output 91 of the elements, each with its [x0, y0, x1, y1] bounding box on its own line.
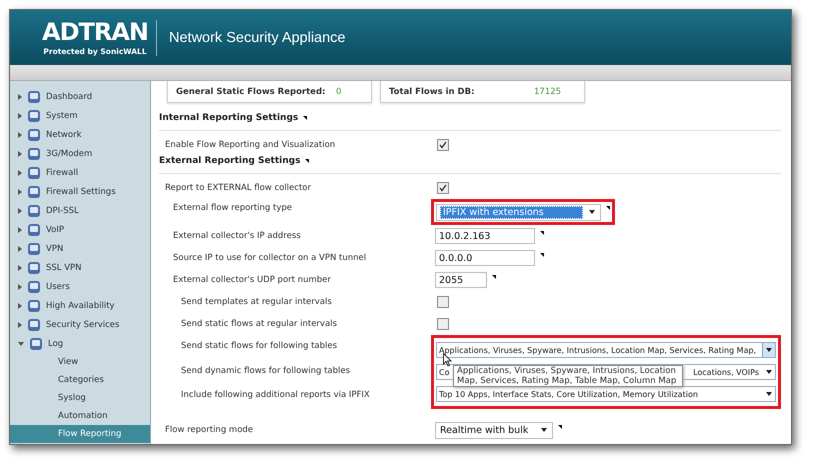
collapsed-arrow-icon[interactable] — [18, 150, 22, 156]
tile-icon — [27, 128, 41, 142]
tile-icon — [27, 280, 41, 294]
help-marker-icon — [540, 231, 544, 235]
sidebar-item[interactable]: Security Services — [10, 315, 150, 334]
tile-icon — [27, 318, 41, 332]
collapsed-arrow-icon[interactable] — [18, 94, 22, 100]
help-marker-icon — [540, 253, 544, 257]
tile-icon — [27, 298, 41, 312]
dropdown[interactable]: IPFIX with extensions — [436, 204, 601, 220]
checkbox[interactable] — [437, 296, 449, 308]
section-heading: External Reporting Settings — [159, 156, 300, 166]
sidebar-item[interactable]: Log — [10, 334, 150, 353]
setting-label: External flow reporting type — [172, 202, 293, 215]
tile-icon — [27, 184, 41, 198]
sidebar-item[interactable]: SSL VPN — [10, 258, 150, 277]
tile-icon — [27, 90, 41, 104]
collapsed-arrow-icon[interactable] — [18, 302, 22, 308]
tile-icon — [27, 260, 41, 274]
setting-label: Flow reporting mode — [164, 425, 254, 435]
tile-icon — [27, 108, 41, 122]
section-heading: Internal Reporting Settings — [159, 113, 298, 123]
checkbox[interactable] — [437, 139, 449, 151]
caret-icon — [541, 428, 547, 432]
sidebar-item[interactable]: VPN — [10, 239, 150, 258]
tile-icon — [27, 166, 41, 180]
sidebar-subitem[interactable]: Categories — [10, 371, 150, 389]
tile-icon — [27, 204, 41, 218]
setting-label: Include following additional reports via IPFIX — [180, 389, 371, 402]
input-field[interactable]: 2055 — [435, 272, 487, 288]
setting-label: External collector's UDP port number — [172, 275, 332, 285]
sidebar-subitem[interactable]: Syslog — [10, 389, 150, 407]
app-title: Network Security Appliance — [169, 30, 346, 46]
sidebar-item[interactable]: DPI-SSL — [10, 201, 150, 220]
tile-icon — [27, 242, 41, 256]
multi-select-field[interactable]: Applications, Viruses, Spyware, Intrusions, Location Map, Services, Rating Map, — [436, 342, 776, 358]
dropdown[interactable]: Realtime with bulk — [435, 422, 553, 438]
sidebar-item[interactable]: 3G/Modem — [10, 144, 150, 163]
help-marker-icon — [305, 159, 310, 163]
sidebar-item[interactable]: System — [10, 106, 150, 125]
caret-icon — [766, 370, 772, 374]
collapsed-arrow-icon[interactable] — [18, 208, 22, 214]
logo: ADTRAN — [42, 20, 148, 44]
setting-label: Send dynamic flows for following tables — [180, 364, 352, 378]
collapsed-arrow-icon[interactable] — [18, 322, 22, 328]
input-field[interactable]: 10.0.2.163 — [435, 228, 535, 244]
stat-value: 0 — [336, 86, 342, 96]
collapsed-arrow-icon[interactable] — [18, 170, 22, 176]
caret-icon — [589, 210, 595, 214]
help-marker-icon — [303, 116, 308, 120]
expanded-arrow-icon[interactable] — [18, 342, 24, 346]
multi-select-field[interactable]: Top 10 Apps, Interface Stats, Core Utilization, Memory Utilization — [436, 386, 776, 402]
collapsed-arrow-icon[interactable] — [18, 264, 22, 270]
stat-label: General Static Flows Reported: — [176, 86, 326, 96]
tile-icon — [27, 146, 41, 160]
help-marker-icon — [558, 424, 562, 428]
collapsed-arrow-icon[interactable] — [18, 246, 22, 252]
collapsed-arrow-icon[interactable] — [18, 112, 22, 118]
sidebar-subitem[interactable]: View — [10, 353, 150, 371]
sidebar-subitem[interactable]: Flow Reporting — [10, 425, 150, 443]
tile-icon — [29, 336, 43, 350]
help-marker-icon — [492, 275, 496, 279]
sidebar-item[interactable]: Firewall Settings — [10, 182, 150, 201]
setting-label: Send static flows for following tables — [180, 340, 338, 353]
setting-label: Enable Flow Reporting and Visualization — [164, 140, 336, 150]
stat-value: 17125 — [534, 86, 562, 96]
sidebar-item[interactable]: Firewall — [10, 163, 150, 182]
setting-label: External collector's IP address — [172, 231, 302, 241]
tile-icon — [27, 222, 41, 236]
help-marker-icon — [606, 206, 610, 210]
sidebar-item[interactable]: Network — [10, 125, 150, 144]
collapsed-arrow-icon[interactable] — [18, 226, 22, 232]
setting-label: Send static flows at regular intervals — [180, 319, 338, 329]
caret-icon — [766, 392, 772, 396]
checkbox[interactable] — [437, 182, 449, 194]
sidebar-subitem[interactable]: Automation — [10, 407, 150, 425]
collapsed-arrow-icon[interactable] — [18, 284, 22, 290]
checkbox[interactable] — [437, 318, 449, 330]
input-field[interactable]: 0.0.0.0 — [435, 250, 535, 266]
sidebar-item[interactable]: High Availability — [10, 296, 150, 315]
setting-label: Source IP to use for collector on a VPN tunnel — [172, 253, 368, 263]
collapsed-arrow-icon[interactable] — [18, 132, 22, 138]
setting-label: Report to EXTERNAL flow collector — [164, 183, 312, 193]
caret-icon — [766, 348, 772, 352]
collapsed-arrow-icon[interactable] — [18, 188, 22, 194]
sidebar-item[interactable]: VoIP — [10, 220, 150, 239]
stat-label: Total Flows in DB: — [389, 86, 476, 96]
sidebar-item[interactable]: Dashboard — [10, 87, 150, 106]
setting-label: Send templates at regular intervals — [180, 297, 333, 307]
sidebar-item[interactable]: Users — [10, 277, 150, 296]
tooltip: Applications, Viruses, Spyware, Intrusions, Location Map, Services, Rating Map, Table Map, Column Map — [453, 365, 683, 387]
